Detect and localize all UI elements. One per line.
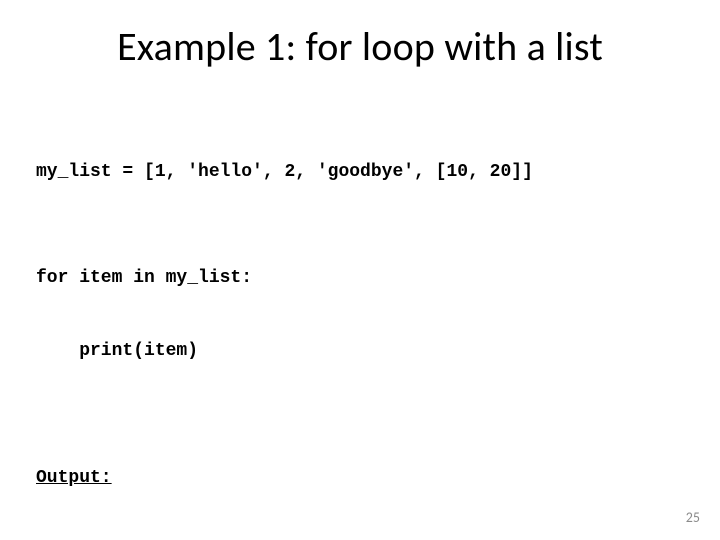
page-number: 25	[686, 509, 700, 526]
slide: Example 1: for loop with a list my_list …	[0, 0, 720, 540]
code-line-2: for item in my_list:	[36, 266, 720, 290]
slide-title: Example 1: for loop with a list	[0, 0, 720, 71]
output-label: Output:	[36, 468, 720, 488]
code-line-3: print(item)	[36, 339, 720, 363]
code-line-1: my_list = [1, 'hello', 2, 'goodbye', [10…	[36, 160, 720, 184]
code-block: my_list = [1, 'hello', 2, 'goodbye', [10…	[36, 111, 720, 412]
